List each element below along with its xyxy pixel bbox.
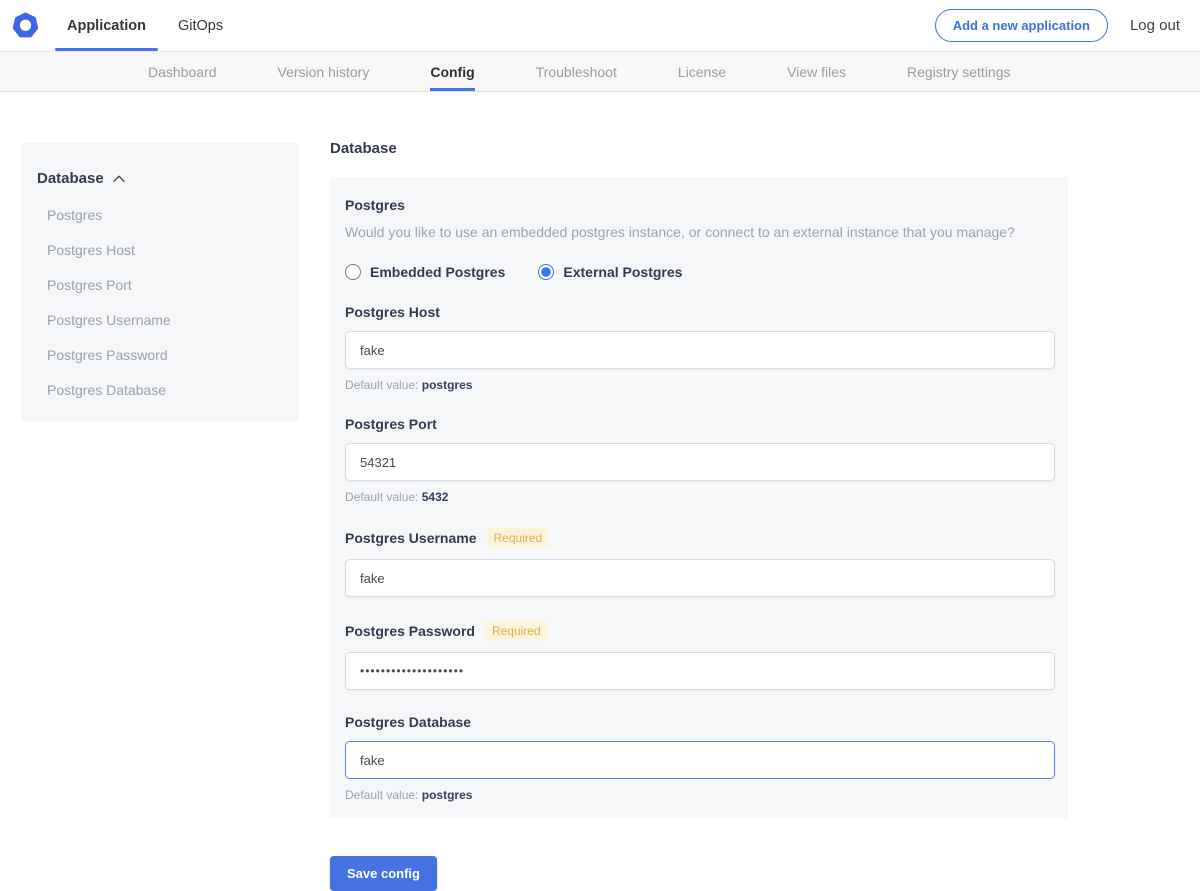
chevron-up-icon xyxy=(113,175,125,183)
config-main: Database Postgres Would you like to use … xyxy=(330,139,1068,891)
sidebar-item-postgres-database[interactable]: Postgres Database xyxy=(47,383,283,397)
postgres-username-label: Postgres Username xyxy=(345,530,477,546)
field-postgres-port: Postgres Port Default value: 5432 xyxy=(345,416,1055,504)
topbar-actions: Add a new application Log out xyxy=(935,9,1200,42)
app-logo-icon xyxy=(12,12,39,39)
postgres-database-input[interactable] xyxy=(345,741,1055,779)
default-value: 5432 xyxy=(422,490,449,504)
console-subnav: Dashboard Version history Config Trouble… xyxy=(0,51,1200,92)
subnav-config[interactable]: Config xyxy=(430,52,474,91)
radio-external-postgres[interactable]: External Postgres xyxy=(538,264,682,280)
subnav-dashboard[interactable]: Dashboard xyxy=(148,52,217,91)
postgres-database-default: Default value: postgres xyxy=(345,788,1055,802)
postgres-port-input[interactable] xyxy=(345,443,1055,481)
topbar: Application GitOps Add a new application… xyxy=(0,0,1200,51)
postgres-password-input[interactable] xyxy=(345,652,1055,690)
field-postgres-password: Postgres Password Required xyxy=(345,621,1055,690)
database-config-panel: Postgres Would you like to use an embedd… xyxy=(330,177,1068,818)
postgres-host-input[interactable] xyxy=(345,331,1055,369)
radio-embedded-postgres-input[interactable] xyxy=(345,264,361,280)
default-value: postgres xyxy=(422,378,473,392)
subnav-troubleshoot[interactable]: Troubleshoot xyxy=(536,52,617,91)
subnav-registry-settings[interactable]: Registry settings xyxy=(907,52,1010,91)
postgres-host-default: Default value: postgres xyxy=(345,378,1055,392)
sidebar-group-database[interactable]: Database xyxy=(37,170,283,187)
radio-external-postgres-input[interactable] xyxy=(538,264,554,280)
add-new-application-button[interactable]: Add a new application xyxy=(935,9,1108,42)
sidebar-item-list: Postgres Postgres Host Postgres Port Pos… xyxy=(37,208,283,397)
group-help-text: Would you like to use an embedded postgr… xyxy=(345,223,1055,241)
required-badge: Required xyxy=(487,528,550,548)
postgres-host-label: Postgres Host xyxy=(345,304,440,320)
required-badge: Required xyxy=(485,621,548,641)
subnav-license[interactable]: License xyxy=(678,52,726,91)
sidebar-item-postgres[interactable]: Postgres xyxy=(47,208,283,222)
default-value: postgres xyxy=(422,788,473,802)
app-tabs: Application GitOps xyxy=(55,0,243,51)
sidebar-item-postgres-host[interactable]: Postgres Host xyxy=(47,243,283,257)
group-title-postgres: Postgres xyxy=(345,197,1055,213)
field-postgres-username: Postgres Username Required xyxy=(345,528,1055,597)
subnav-view-files[interactable]: View files xyxy=(787,52,846,91)
default-label: Default value: xyxy=(345,788,418,802)
postgres-username-input[interactable] xyxy=(345,559,1055,597)
postgres-port-default: Default value: 5432 xyxy=(345,490,1055,504)
sidebar-item-postgres-port[interactable]: Postgres Port xyxy=(47,278,283,292)
subnav-version-history[interactable]: Version history xyxy=(278,52,370,91)
radio-external-postgres-label: External Postgres xyxy=(563,264,682,280)
page-title: Database xyxy=(330,139,1068,159)
tab-gitops[interactable]: GitOps xyxy=(166,0,235,51)
postgres-password-label: Postgres Password xyxy=(345,623,475,639)
sidebar-item-postgres-password[interactable]: Postgres Password xyxy=(47,348,283,362)
field-postgres-host: Postgres Host Default value: postgres xyxy=(345,304,1055,392)
radio-embedded-postgres-label: Embedded Postgres xyxy=(370,264,505,280)
default-label: Default value: xyxy=(345,378,418,392)
tab-application[interactable]: Application xyxy=(55,0,158,51)
logout-link[interactable]: Log out xyxy=(1130,17,1180,34)
field-postgres-database: Postgres Database Default value: postgre… xyxy=(345,714,1055,802)
sidebar-group-label: Database xyxy=(37,170,104,187)
radio-embedded-postgres[interactable]: Embedded Postgres xyxy=(345,264,505,280)
postgres-port-label: Postgres Port xyxy=(345,416,437,432)
default-label: Default value: xyxy=(345,490,418,504)
postgres-database-label: Postgres Database xyxy=(345,714,471,730)
sidebar-item-postgres-username[interactable]: Postgres Username xyxy=(47,313,283,327)
postgres-mode-radio-group: Embedded Postgres External Postgres xyxy=(345,264,1055,280)
config-sidebar: Database Postgres Postgres Host Postgres… xyxy=(21,143,299,421)
